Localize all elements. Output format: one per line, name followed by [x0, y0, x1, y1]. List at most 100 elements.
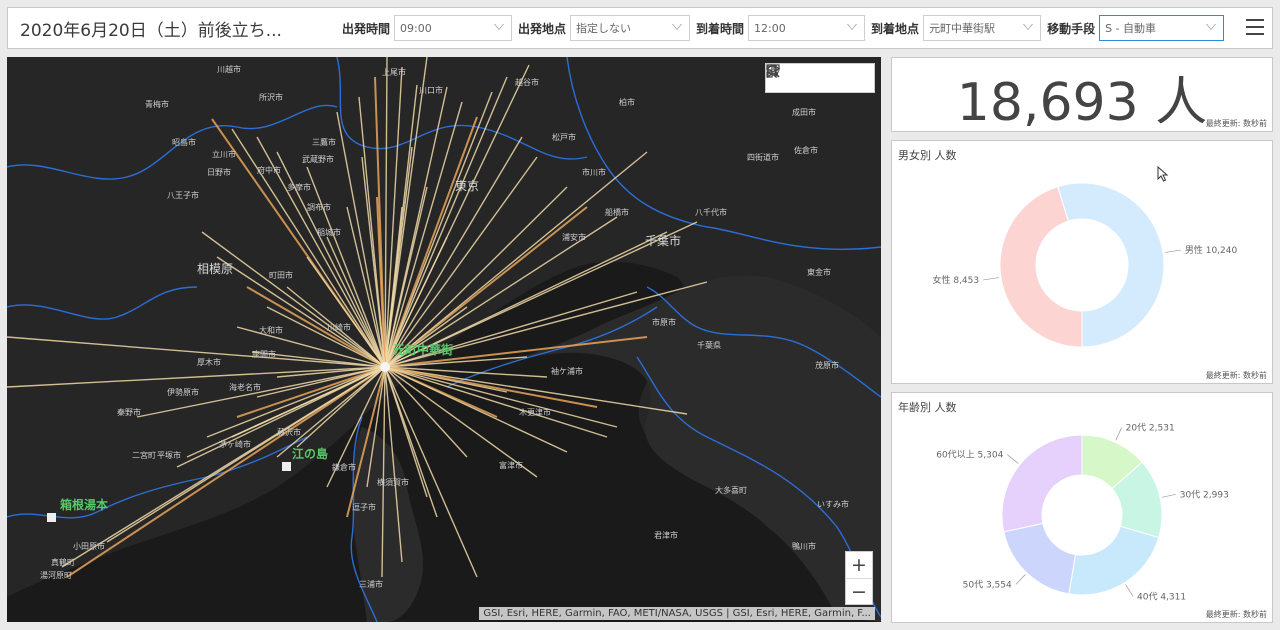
- arrival-time-label: 到着時間: [696, 21, 745, 36]
- place-label: 町田市: [269, 271, 293, 280]
- flow-line: [384, 57, 388, 368]
- age-donut-chart[interactable]: 20代 2,531 30代 2,993 40代 4,311 50代 3,554 60代以…: [892, 393, 1272, 622]
- qr-code-icon[interactable]: [766, 64, 874, 92]
- page-title: 2020年6月20日（土）前後立ち...: [20, 20, 282, 41]
- place-label: 四街道市: [747, 153, 779, 162]
- label-leader: [1115, 427, 1122, 441]
- place-label: 大多喜町: [715, 486, 747, 495]
- place-label: 市原市: [652, 318, 676, 327]
- chevron-down-icon: [494, 24, 505, 30]
- gender-donut-chart[interactable]: 女性 8,453 男性 10,240: [892, 141, 1272, 383]
- transport-mode-label: 移動手段: [1047, 21, 1096, 36]
- slice-label: 30代 2,993: [1180, 489, 1229, 500]
- place-label: 武蔵野市: [302, 155, 334, 164]
- departure-point-select[interactable]: 指定しない: [570, 15, 691, 41]
- slice-label: 50代 3,554: [963, 579, 1012, 590]
- arrival-time-value: 12:00: [754, 21, 786, 35]
- destination-marker: [380, 362, 390, 372]
- place-label: 市川市: [582, 168, 606, 177]
- place-label: 湯河原町: [40, 571, 72, 580]
- map-canvas: [7, 57, 881, 622]
- slice-label: 40代 4,311: [1137, 591, 1186, 602]
- last-updated-text: 最終更新: 数秒前: [1205, 119, 1267, 128]
- label-leader: [1007, 454, 1019, 464]
- destination-label: 元町中華街: [393, 343, 454, 357]
- place-label-highlight: 箱根湯本: [60, 498, 109, 512]
- chevron-down-icon: [672, 24, 683, 30]
- arrival-point-field: 到着地点 元町中華街駅: [871, 8, 1047, 48]
- arrival-point-select[interactable]: 元町中華街駅: [923, 15, 1042, 41]
- filter-bar: 2020年6月20日（土）前後立ち... 出発時間 09:00 出発地点 指定し…: [7, 7, 1273, 49]
- flow-line: [266, 306, 386, 368]
- place-label: 富津市: [499, 461, 523, 470]
- place-label: 千葉市: [645, 234, 682, 248]
- map-attribution[interactable]: GSI, Esri, HERE, Garmin, FAO, METI/NASA,…: [479, 607, 875, 620]
- place-label: 小田原市: [73, 542, 105, 551]
- layers-icon[interactable]: [766, 64, 847, 92]
- map-toolbar: [765, 63, 875, 93]
- place-label: 厚木市: [197, 358, 221, 367]
- slice-label: 20代 2,531: [1126, 423, 1175, 434]
- border-line: [7, 286, 198, 320]
- slice-label: 60代以上 5,304: [936, 450, 1003, 461]
- place-label: 立川市: [212, 150, 236, 159]
- donut-slice: [1068, 525, 1160, 596]
- chevron-down-icon: [847, 24, 858, 30]
- hamburger-menu-icon[interactable]: [1246, 19, 1264, 35]
- flow-map[interactable]: 相模原 東京 千葉市 江の島 箱根湯本 元町中華街 川崎市 八王子市 横須賀市 …: [7, 57, 881, 622]
- gender-chart-panel: 男女別 人数 女性 8,453 男性 10,240 最終更新: 数秒前: [891, 140, 1273, 384]
- arrival-point-label: 到着地点: [871, 21, 920, 36]
- chevron-down-icon: [1206, 24, 1217, 30]
- place-label: 船橋市: [605, 208, 629, 217]
- place-label: 青梅市: [145, 100, 169, 109]
- place-label: 横須賀市: [377, 478, 409, 487]
- place-label: 府中市: [257, 166, 281, 175]
- place-label: 海老名市: [229, 383, 261, 392]
- slice-label: 男性 10,240: [1185, 244, 1238, 256]
- place-label: 袖ケ浦市: [551, 367, 583, 376]
- zoom-out-button[interactable]: −: [846, 578, 872, 604]
- age-chart-panel: 年齢別 人数 20代 2,531 30代 2,993 40代 4,311 50代 3,…: [891, 392, 1273, 623]
- flow-line: [7, 366, 386, 388]
- place-label: 川口市: [419, 86, 443, 95]
- label-leader: [1125, 584, 1134, 597]
- departure-time-field: 出発時間 09:00: [342, 8, 518, 48]
- last-updated-text: 最終更新: 数秒前: [1205, 371, 1267, 380]
- departure-point-label: 出発地点: [518, 21, 567, 36]
- departure-point-field: 出発地点 指定しない: [518, 8, 696, 48]
- place-label: 佐倉市: [794, 146, 818, 155]
- departure-time-label: 出発時間: [342, 21, 391, 36]
- place-label: 相模原: [197, 262, 234, 276]
- place-label: 多摩市: [287, 183, 311, 192]
- mouse-cursor-icon: [1157, 166, 1169, 182]
- departure-time-select[interactable]: 09:00: [394, 15, 513, 41]
- place-label: 藤沢市: [277, 428, 301, 437]
- zoom-in-button[interactable]: +: [846, 552, 872, 578]
- place-label-highlight: 江の島: [292, 447, 329, 461]
- arrival-point-value: 元町中華街駅: [929, 22, 996, 35]
- place-label: 東京: [455, 179, 480, 193]
- flow-line: [384, 101, 463, 368]
- place-label: 茂原市: [815, 361, 839, 370]
- flow-line: [384, 66, 403, 368]
- place-label: 川越市: [217, 65, 241, 74]
- place-label: 調布市: [307, 203, 331, 212]
- place-label: 上尾市: [382, 68, 406, 77]
- transport-mode-field: 移動手段 S - 自動車: [1047, 8, 1230, 48]
- place-label: 東金市: [807, 268, 831, 277]
- bookmark-icon[interactable]: [767, 64, 820, 92]
- place-label: 君津市: [654, 531, 678, 540]
- transport-mode-select[interactable]: S - 自動車: [1099, 15, 1225, 41]
- donut-slice: [1003, 522, 1077, 595]
- label-leader: [1162, 493, 1176, 498]
- place-label: 浦安市: [562, 233, 586, 242]
- place-label: 三浦市: [359, 580, 383, 589]
- place-label: 鴨川市: [792, 542, 816, 551]
- label-leader: [1165, 249, 1181, 253]
- place-label: 昭島市: [172, 138, 196, 147]
- flow-line: [306, 166, 386, 368]
- slice-label: 女性 8,453: [932, 274, 979, 286]
- place-label: 柏市: [619, 98, 635, 107]
- arrival-time-select[interactable]: 12:00: [748, 15, 866, 41]
- place-label: 稲城市: [317, 228, 341, 237]
